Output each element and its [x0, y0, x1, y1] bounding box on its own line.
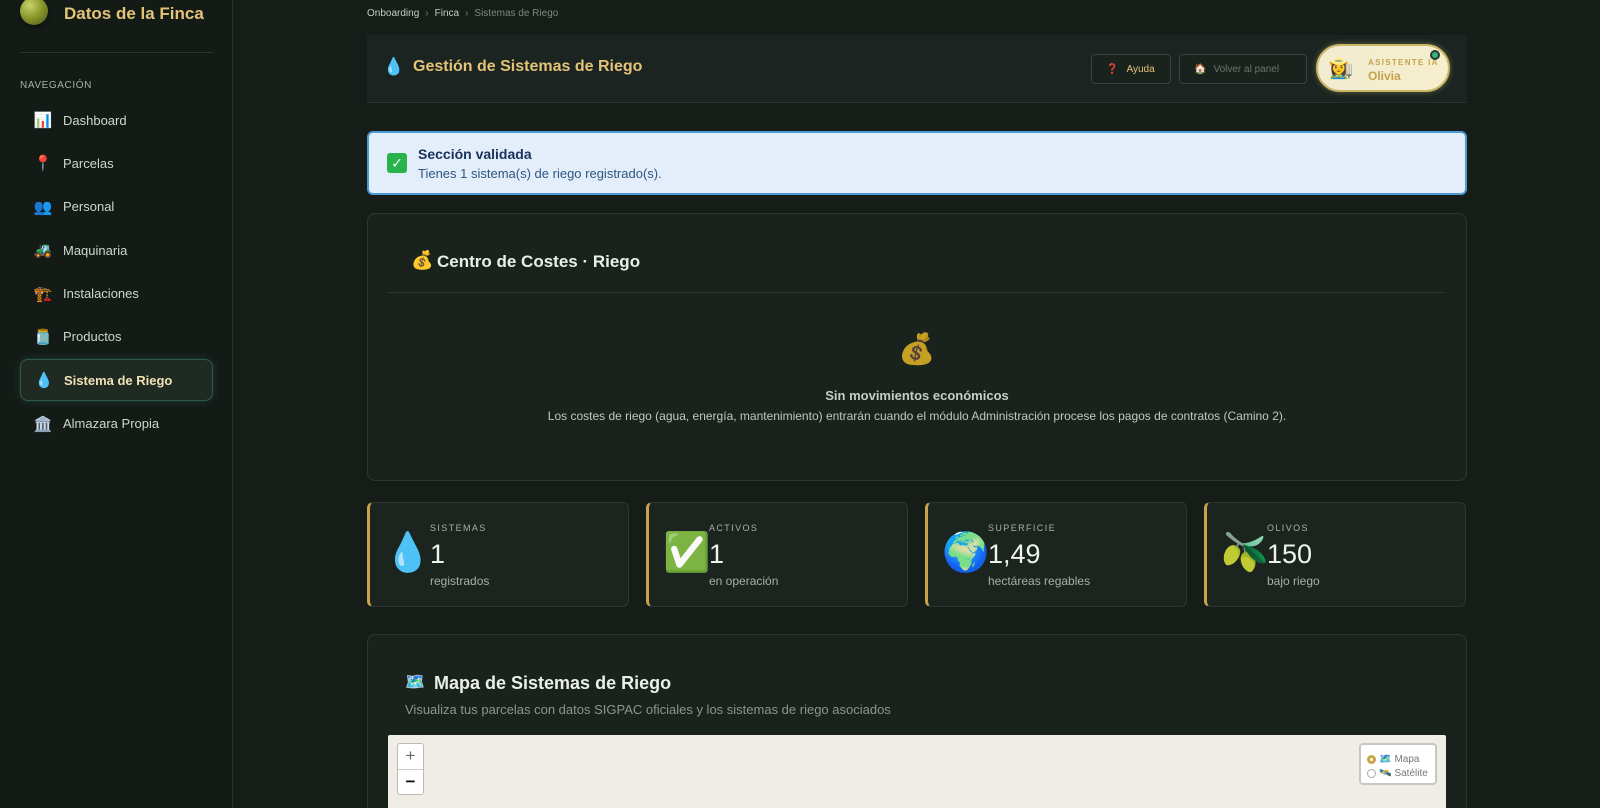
breadcrumb-onboarding[interactable]: Onboarding [367, 8, 419, 19]
globe-icon: 🌍 [942, 532, 990, 574]
page-header: 💧 Gestión de Sistemas de Riego ❓ Ayuda 🏠… [367, 35, 1467, 103]
stat-card-activos: ✅ ACTIVOS 1 en operación [646, 502, 908, 607]
stat-label: SISTEMAS [430, 523, 487, 533]
assistant-avatar-icon: 👩‍🌾 [1328, 58, 1354, 80]
sidebar-item-label: Maquinaria [63, 242, 128, 258]
ai-assistant-button[interactable]: 👩‍🌾 ASISTENTE IA Olivia [1316, 44, 1450, 92]
layer-label: Satélite [1394, 767, 1428, 779]
cost-center-card: 💰 Centro de Costes · Riego 💰 Sin movimie… [367, 213, 1467, 481]
check-mark-icon: ✅ [663, 532, 711, 574]
breadcrumb-separator: › [425, 8, 429, 19]
droplet-icon: 💧 [383, 57, 405, 76]
layer-label: Mapa [1394, 753, 1420, 765]
radio-unselected[interactable] [1367, 768, 1376, 778]
question-icon: ❓ [1106, 63, 1119, 75]
irrigation-map-card: 🗺️ Mapa de Sistemas de Riego Visualiza t… [367, 634, 1467, 808]
breadcrumb-current: Sistemas de Riego [474, 8, 559, 19]
people-icon: 👥 [33, 198, 53, 216]
sidebar-item-label: Sistema de Riego [64, 372, 173, 388]
help-label: Ayuda [1126, 63, 1155, 75]
building-icon: 🏛️ [33, 415, 53, 433]
breadcrumb: Onboarding › Finca › Sistemas de Riego [367, 8, 558, 19]
stat-value: 150 [1267, 539, 1313, 569]
brand-title: Datos de la Finca [64, 4, 204, 23]
nav-heading: NAVEGACIÓN [20, 80, 92, 91]
page-title: Gestión de Sistemas de Riego [413, 58, 643, 75]
sidebar-item-almazara-propia[interactable]: 🏛️ Almazara Propia [20, 403, 213, 445]
sidebar-item-maquinaria[interactable]: 🚜 Maquinaria [20, 229, 213, 271]
alert-title: Sección validada [418, 146, 532, 162]
stat-value: 1 [430, 539, 446, 569]
validation-alert: ✓ Sección validada Tienes 1 sistema(s) d… [367, 131, 1467, 195]
stat-label: ACTIVOS [709, 523, 759, 533]
empty-state-title: Sin movimientos económicos [825, 388, 1009, 403]
zoom-out-button[interactable]: − [398, 769, 423, 794]
back-to-panel-button[interactable]: 🏠 Volver al panel [1179, 54, 1307, 84]
stat-label: SUPERFICIE [988, 523, 1057, 533]
layer-switcher: 🗺️ Mapa 🛰️ Satélite [1359, 743, 1437, 785]
assistant-name: Olivia [1368, 69, 1401, 83]
empty-state-message: Los costes de riego (agua, energía, mant… [547, 409, 1287, 423]
stat-subtitle: en operación [709, 574, 779, 588]
map-subtitle: Visualiza tus parcelas con datos SIGPAC … [405, 702, 891, 717]
layer-option-satelite[interactable]: 🛰️ Satélite [1367, 766, 1435, 780]
stat-value: 1 [709, 539, 725, 569]
nav-list: 📊 Dashboard 📍 Parcelas 👥 Personal 🚜 Maqu… [20, 99, 213, 446]
sidebar-item-label: Productos [63, 329, 122, 345]
brand[interactable]: Datos de la Finca [20, 0, 204, 30]
sidebar-item-label: Almazara Propia [63, 416, 160, 432]
assistant-label: ASISTENTE IA [1368, 58, 1439, 67]
map-title: Mapa de Sistemas de Riego [434, 673, 672, 693]
breadcrumb-separator: › [465, 8, 469, 19]
sidebar: Datos de la Finca NAVEGACIÓN 📊 Dashboard… [0, 0, 233, 808]
pin-icon: 📍 [33, 155, 53, 173]
stat-subtitle: bajo riego [1267, 574, 1320, 588]
sidebar-item-label: Instalaciones [63, 286, 139, 302]
tractor-icon: 🚜 [33, 242, 53, 260]
zoom-in-button[interactable]: + [398, 744, 423, 769]
sidebar-item-label: Dashboard [63, 112, 127, 128]
droplet-icon: 💧 [34, 372, 54, 390]
stat-subtitle: hectáreas regables [988, 574, 1091, 588]
construction-icon: 🏗️ [33, 285, 53, 303]
map-icon: 🗺️ [405, 674, 425, 691]
sidebar-item-dashboard[interactable]: 📊 Dashboard [20, 99, 213, 141]
jar-icon: 🫙 [33, 328, 53, 346]
alert-message: Tienes 1 sistema(s) de riego registrado(… [418, 166, 662, 181]
chart-icon: 📊 [33, 112, 53, 129]
house-icon: 🏠 [1194, 63, 1207, 75]
stat-value: 1,49 [988, 539, 1041, 569]
satellite-icon: 🛰️ [1379, 767, 1392, 779]
sidebar-item-instalaciones[interactable]: 🏗️ Instalaciones [20, 273, 213, 315]
stat-subtitle: registrados [430, 574, 490, 588]
money-bag-icon: 💰 [411, 250, 434, 270]
sidebar-item-parcelas[interactable]: 📍 Parcelas [20, 142, 213, 184]
zoom-control: + − [397, 743, 424, 795]
sidebar-item-sistema-de-riego[interactable]: 💧 Sistema de Riego [20, 359, 213, 402]
map-canvas[interactable]: + − 🗺️ Mapa 🛰️ Satélite [388, 735, 1446, 808]
sidebar-item-label: Parcelas [63, 155, 114, 171]
online-status-dot [1430, 50, 1440, 60]
radio-selected[interactable] [1367, 754, 1376, 764]
layer-option-mapa[interactable]: 🗺️ Mapa [1367, 752, 1435, 766]
breadcrumb-finca[interactable]: Finca [435, 8, 459, 19]
cost-center-title: Centro de Costes · Riego [437, 252, 641, 271]
stat-label: OLIVOS [1267, 523, 1309, 533]
stat-card-superficie: 🌍 SUPERFICIE 1,49 hectáreas regables [925, 502, 1187, 607]
divider [388, 292, 1445, 293]
sidebar-divider [20, 52, 213, 53]
sidebar-item-label: Personal [63, 199, 115, 215]
olive-logo-icon [20, 0, 48, 25]
stat-card-sistemas: 💧 SISTEMAS 1 registrados [367, 502, 629, 607]
help-button[interactable]: ❓ Ayuda [1091, 54, 1171, 84]
map-icon: 🗺️ [1379, 753, 1392, 765]
check-icon: ✓ [387, 153, 407, 173]
sidebar-item-productos[interactable]: 🫙 Productos [20, 316, 213, 358]
sidebar-item-personal[interactable]: 👥 Personal [20, 186, 213, 228]
droplet-icon: 💧 [384, 532, 432, 574]
money-bag-icon: 💰 [898, 333, 936, 366]
back-label: Volver al panel [1213, 63, 1280, 75]
olive-icon: 🫒 [1221, 532, 1269, 574]
stat-card-olivos: 🫒 OLIVOS 150 bajo riego [1204, 502, 1466, 607]
